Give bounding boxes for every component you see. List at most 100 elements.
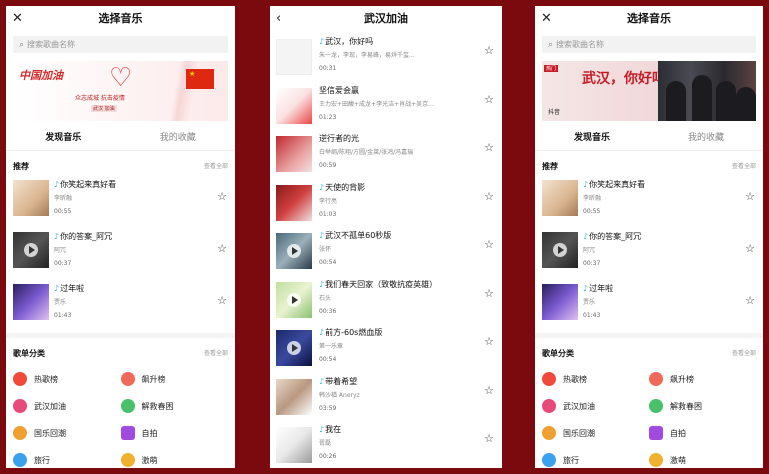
tab-discover[interactable]: 发现音乐 <box>6 125 121 150</box>
category-guoyue[interactable]: 国乐回潮 <box>13 424 121 442</box>
play-icon[interactable] <box>287 292 301 307</box>
search-input[interactable]: ⌕ 搜索歌曲名称 <box>542 36 756 53</box>
song-duration: 00:26 <box>319 453 337 460</box>
song-item[interactable]: ♪武汉不孤单60秒版 张怀 00:54 ☆ <box>270 225 502 274</box>
song-artist: 李昕融 <box>54 195 73 202</box>
category-rising[interactable]: 飙升榜 <box>120 370 229 388</box>
search-icon: ⌕ <box>548 40 554 50</box>
favorite-star-icon[interactable]: ☆ <box>484 287 494 300</box>
favorite-star-icon[interactable]: ☆ <box>217 242 227 255</box>
song-item[interactable]: ♪过年啦 贾乐 01:43 ☆ <box>6 281 235 329</box>
favorite-star-icon[interactable]: ☆ <box>484 335 494 348</box>
song-item[interactable]: ♪前方-60s燃血版 第一乐章 00:54 ☆ <box>270 322 502 371</box>
view-all-link[interactable]: 查看全部 <box>732 161 756 173</box>
category-hot[interactable]: 热歌榜 <box>13 370 121 388</box>
song-item[interactable]: 逆行者的光 白举纲/陈翔/方圆/金莱/张鸿/冯嘉瑞 00:59 ☆ <box>270 128 502 177</box>
song-title: 过年啦 <box>589 284 614 293</box>
close-icon[interactable]: ✕ <box>541 6 552 31</box>
banner[interactable]: 热门 武汉，你好吗 抖音 <box>542 61 756 121</box>
favorite-star-icon[interactable]: ☆ <box>217 294 227 307</box>
favorite-star-icon[interactable]: ☆ <box>484 141 494 154</box>
favorite-star-icon[interactable]: ☆ <box>745 294 755 307</box>
banner-photo <box>658 61 756 121</box>
screen-select-music-1: ✕ 选择音乐 ⌕搜索歌曲名称 中国加油 ♡ 众志成城 抗击疫情 武汉 加油 发现… <box>6 6 235 468</box>
banner[interactable]: 中国加油 ♡ 众志成城 抗击疫情 武汉 加油 <box>13 61 228 121</box>
category-selfie[interactable]: 自拍 <box>649 424 756 442</box>
category-hot[interactable]: 热歌榜 <box>542 370 649 388</box>
song-duration: 00:37 <box>54 260 72 267</box>
favorite-star-icon[interactable]: ☆ <box>217 190 227 203</box>
song-artist: 石头 <box>319 294 332 302</box>
favorite-star-icon[interactable]: ☆ <box>745 190 755 203</box>
song-duration: 00:54 <box>319 259 337 266</box>
song-item[interactable]: ♪武汉，你好吗 朱一龙，李现，李易峰，易烊千玺... 00:31 ☆ <box>270 31 502 80</box>
song-item[interactable]: ♪你笑起来真好看 李昕融 00:55 ☆ <box>535 177 763 225</box>
category-cute[interactable]: 激萌 <box>649 451 756 468</box>
category-travel[interactable]: 旅行 <box>542 451 649 468</box>
song-artist: 阿冗 <box>583 247 596 254</box>
tab-discover[interactable]: 发现音乐 <box>535 125 649 150</box>
section-title: 歌单分类 <box>542 349 574 358</box>
category-label: 自拍 <box>670 428 686 438</box>
song-item[interactable]: ♪过年啦 贾乐 01:43 ☆ <box>535 281 763 329</box>
favorite-star-icon[interactable]: ☆ <box>484 238 494 251</box>
favorite-star-icon[interactable]: ☆ <box>484 384 494 397</box>
song-cover <box>276 136 312 172</box>
category-wuhan[interactable]: 武汉加油 <box>13 397 121 415</box>
view-all-link[interactable]: 查看全部 <box>204 161 228 173</box>
song-item[interactable]: ♪我们春天回家（致敬抗疫英雄） 石头 00:36 ☆ <box>270 274 502 323</box>
favorite-star-icon[interactable]: ☆ <box>745 242 755 255</box>
favorite-star-icon[interactable]: ☆ <box>484 432 494 445</box>
play-icon[interactable] <box>287 244 301 258</box>
category-wuhan[interactable]: 武汉加油 <box>542 397 649 415</box>
song-duration: 00:31 <box>319 65 337 72</box>
category-label: 旅行 <box>34 455 50 465</box>
song-duration: 00:54 <box>319 356 337 363</box>
song-title: 坚信爱会赢 <box>319 85 359 95</box>
song-item[interactable]: ♪我在 胥磊 00:26 ☆ <box>270 419 502 468</box>
music-note-icon: ♪ <box>319 279 325 289</box>
heart-icon: ♡ <box>109 63 133 93</box>
song-artist: 朱一龙，李现，李易峰，易烊千玺... <box>319 52 415 59</box>
divider <box>6 333 235 338</box>
drum-icon <box>542 426 556 440</box>
close-icon[interactable]: ✕ <box>12 6 23 31</box>
favorite-star-icon[interactable]: ☆ <box>484 190 494 203</box>
category-spring[interactable]: 解救春困 <box>649 397 756 415</box>
page-title: 选择音乐 <box>627 12 671 25</box>
song-title: 我在 <box>325 425 342 434</box>
tab-favorites[interactable]: 我的收藏 <box>649 125 763 150</box>
tab-bar: 发现音乐 我的收藏 <box>6 125 235 151</box>
section-title: 推荐 <box>13 162 29 171</box>
category-spring[interactable]: 解救春困 <box>120 397 229 415</box>
view-all-link[interactable]: 查看全部 <box>204 348 228 360</box>
tab-favorites[interactable]: 我的收藏 <box>121 125 236 150</box>
play-icon[interactable] <box>287 341 301 355</box>
category-rising[interactable]: 飙升榜 <box>649 370 756 388</box>
song-item[interactable]: ♪天使的背影 李行亮 01:03 ☆ <box>270 177 502 226</box>
category-selfie[interactable]: 自拍 <box>120 424 229 442</box>
favorite-star-icon[interactable]: ☆ <box>484 44 494 57</box>
play-icon[interactable] <box>24 243 38 257</box>
music-note-icon: ♪ <box>583 232 589 241</box>
divider <box>535 333 763 338</box>
song-item[interactable]: ♪带着希望 韩沙楢 Aneryz 03:59 ☆ <box>270 371 502 420</box>
song-item[interactable]: ♪你的答案_阿冗 阿冗 00:37 ☆ <box>535 229 763 277</box>
back-arrow-icon[interactable]: ‹ <box>276 6 281 31</box>
category-travel[interactable]: 旅行 <box>13 451 121 468</box>
category-grid: 热歌榜 飙升榜 武汉加油 解救春困 国乐回潮 自拍 旅行 激萌 <box>535 370 763 468</box>
view-all-link[interactable]: 查看全部 <box>732 348 756 360</box>
heart-icon <box>13 399 27 413</box>
category-cute[interactable]: 激萌 <box>120 451 229 468</box>
leaf-icon <box>649 399 663 413</box>
music-note-icon: ♪ <box>319 328 325 337</box>
song-item[interactable]: ♪你笑起来真好看 李昕融 00:55 ☆ <box>6 177 235 225</box>
top-bar: ‹ 武汉加油 <box>270 6 502 31</box>
song-item[interactable]: ♪你的答案_阿冗 阿冗 00:37 ☆ <box>6 229 235 277</box>
favorite-star-icon[interactable]: ☆ <box>484 93 494 106</box>
category-guoyue[interactable]: 国乐回潮 <box>542 424 649 442</box>
screen-select-music-2: ✕ 选择音乐 ⌕ 搜索歌曲名称 热门 武汉，你好吗 抖音 发现音乐 我的收藏 推荐… <box>535 6 763 468</box>
song-item[interactable]: 坚信爱会赢 王力宏+田馥+成龙+李光洁+肖战+吴京... 01:23 ☆ <box>270 80 502 129</box>
search-input[interactable]: ⌕ 搜索歌曲名称 <box>13 36 228 53</box>
play-icon[interactable] <box>553 243 567 257</box>
